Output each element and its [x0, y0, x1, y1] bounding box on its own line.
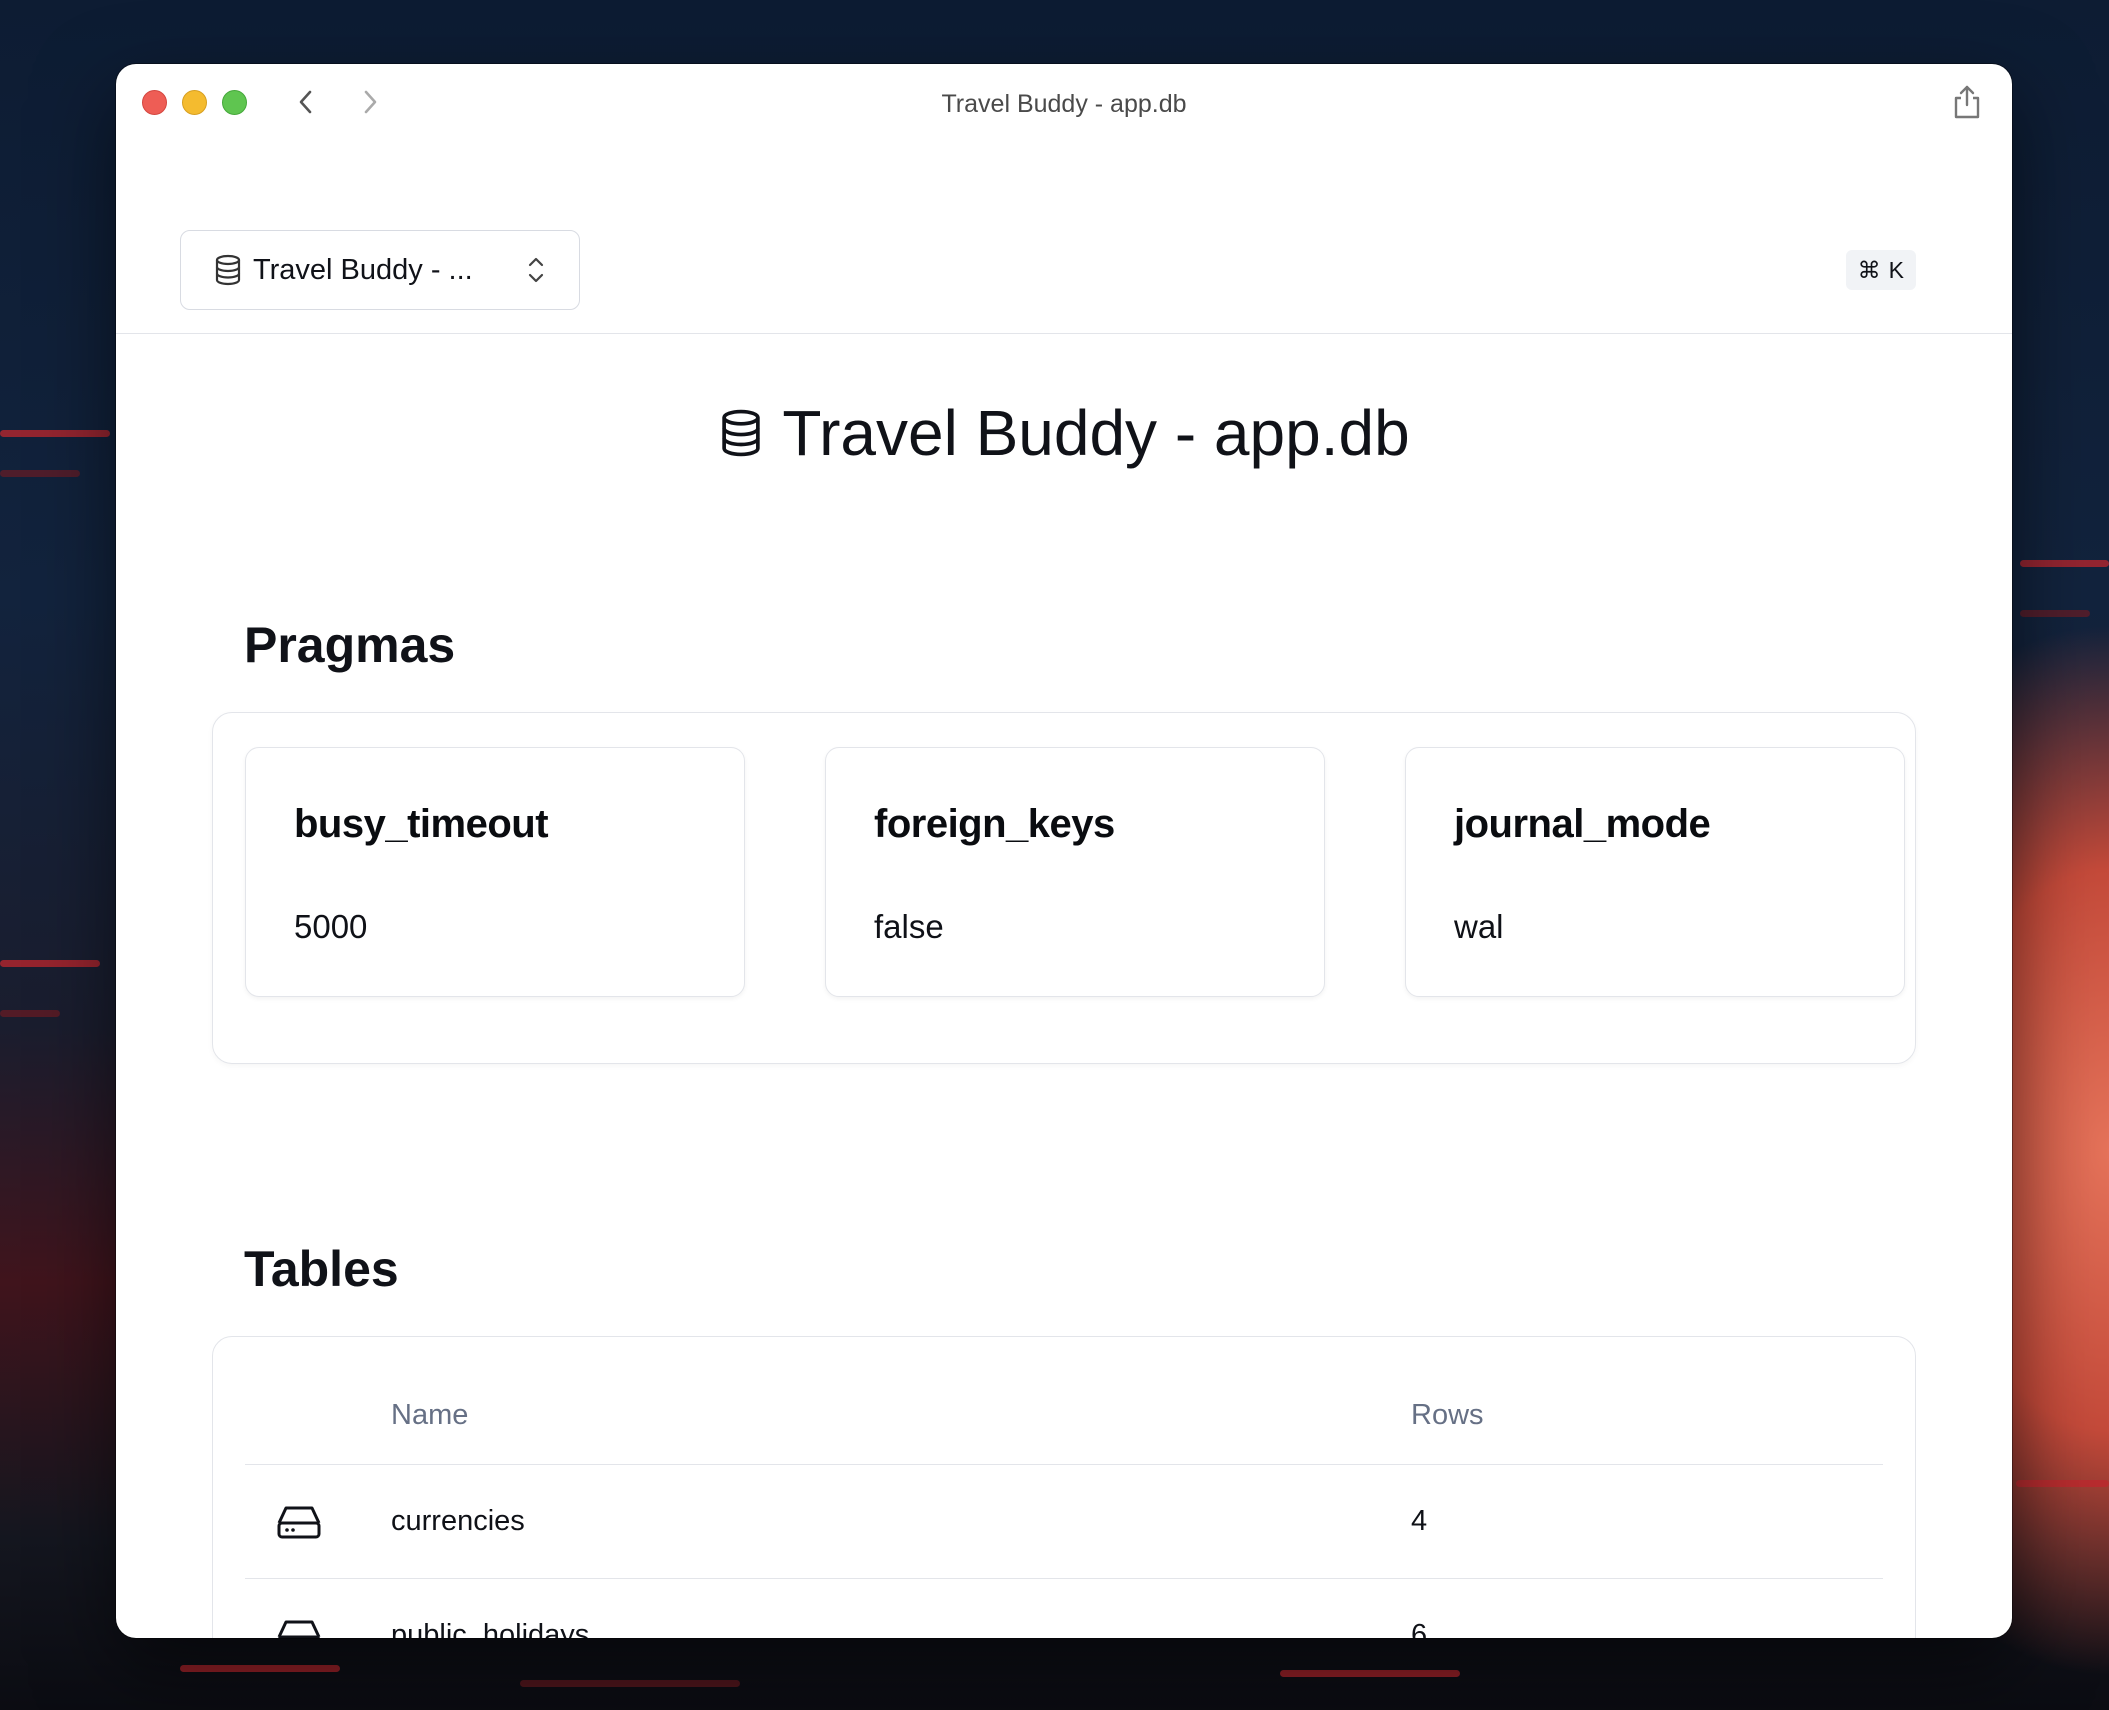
- table-name: currencies: [391, 1505, 525, 1537]
- hard-drive-icon: [277, 1620, 321, 1638]
- table-row-count: 6: [1411, 1619, 1428, 1638]
- table-name: public_holidays: [391, 1619, 590, 1638]
- chevron-up-down-icon: [528, 257, 544, 283]
- toolbar: Travel Buddy - ... ⌘ K: [116, 142, 2012, 334]
- page-title-text: Travel Buddy - app.db: [782, 397, 1410, 469]
- database-icon: [722, 409, 761, 457]
- app-window: Travel Buddy - app.db Travel Buddy - ...…: [116, 64, 2012, 1638]
- page-title: Travel Buddy - app.db: [116, 396, 2012, 470]
- database-icon: [215, 254, 241, 286]
- tables-panel: Name Rows currencies 4 public_holidays 6: [212, 1336, 1916, 1638]
- command-key-symbol: ⌘: [1857, 256, 1881, 283]
- pragma-card: busy_timeout 5000: [245, 747, 745, 997]
- table-row-count: 4: [1411, 1505, 1428, 1537]
- title-bar: Travel Buddy - app.db: [116, 64, 2012, 142]
- command-palette-shortcut[interactable]: ⌘ K: [1845, 250, 1916, 290]
- database-selector-label: Travel Buddy - ...: [253, 253, 473, 286]
- pragma-name: foreign_keys: [874, 802, 1115, 846]
- table-header: Name Rows: [245, 1337, 1883, 1465]
- share-icon[interactable]: [1950, 84, 1984, 120]
- pragmas-heading: Pragmas: [244, 617, 456, 673]
- pragma-value: false: [874, 908, 944, 945]
- table-row[interactable]: public_holidays 6: [245, 1579, 1883, 1638]
- database-selector[interactable]: Travel Buddy - ...: [180, 230, 580, 310]
- pragma-name: busy_timeout: [294, 802, 549, 846]
- pragma-card: foreign_keys false: [825, 747, 1325, 997]
- column-header-name[interactable]: Name: [391, 1399, 468, 1432]
- hard-drive-icon: [277, 1506, 321, 1539]
- pragma-name: journal_mode: [1454, 802, 1711, 846]
- shortcut-key: K: [1888, 256, 1904, 283]
- tables-heading: Tables: [244, 1241, 399, 1297]
- column-header-rows[interactable]: Rows: [1411, 1399, 1484, 1432]
- pragmas-panel: busy_timeout 5000 foreign_keys false jou…: [212, 712, 1916, 1064]
- pragma-value: 5000: [294, 908, 368, 945]
- pragma-card: journal_mode wal: [1405, 747, 1905, 997]
- table-row[interactable]: currencies 4: [245, 1465, 1883, 1579]
- pragma-value: wal: [1454, 908, 1504, 945]
- window-title: Travel Buddy - app.db: [941, 90, 1187, 118]
